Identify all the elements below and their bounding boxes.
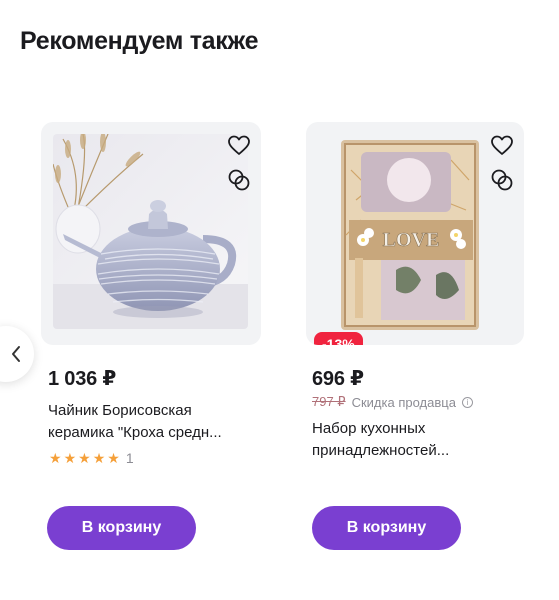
star-icon: ★ [107, 450, 120, 466]
star-icon: ★ [63, 450, 77, 466]
section-title: Рекомендуем также [20, 27, 259, 55]
add-to-cart-button[interactable]: В корзину [312, 506, 461, 550]
star-icon: ★ [49, 450, 62, 466]
package-text: LOVE [383, 229, 440, 251]
product-price: 696 ₽ [312, 368, 364, 390]
product-image-container[interactable] [41, 122, 261, 345]
star-icon: ★ [92, 450, 106, 466]
carousel-prev-button[interactable] [0, 326, 34, 382]
heart-icon[interactable] [227, 134, 251, 158]
add-to-cart-button[interactable]: В корзину [47, 506, 196, 550]
chevron-left-icon [12, 346, 20, 362]
product-image-container[interactable]: LOVE -13% [306, 122, 524, 345]
product-price: 1 036 ₽ [48, 368, 117, 390]
star-icon: ★ [78, 450, 91, 466]
product-image[interactable] [53, 134, 248, 329]
product-title-line[interactable]: керамика "Кроха средн... [48, 422, 263, 444]
product-title[interactable]: Набор кухонных принадлежностей... [312, 418, 527, 462]
product-title-line[interactable]: Набор кухонных [312, 418, 527, 440]
product-card[interactable]: 1 036 ₽ Чайник Борисовская керамика "Кро… [41, 122, 261, 550]
product-title-line[interactable]: Чайник Борисовская [48, 400, 263, 422]
product-card[interactable]: LOVE -13% 696 ₽ 797 ₽ Скидка продавца i … [306, 122, 524, 550]
seller-discount-label: Скидка продавца [351, 394, 456, 410]
info-icon[interactable]: i [461, 396, 473, 408]
old-price-row: 797 ₽ Скидка продавца i [312, 394, 473, 410]
compare-icon[interactable] [490, 168, 514, 192]
old-price: 797 ₽ [312, 394, 346, 409]
discount-badge: -13% [314, 332, 363, 345]
product-title[interactable]: Чайник Борисовская керамика "Кроха средн… [48, 400, 263, 444]
compare-icon[interactable] [227, 168, 251, 192]
heart-icon[interactable] [490, 134, 514, 158]
rating-count: 1 [125, 450, 134, 466]
product-title-line[interactable]: принадлежностей... [312, 440, 527, 462]
product-image[interactable]: LOVE [341, 140, 479, 330]
product-rating: ★ ★ ★ ★ ★ 1 [49, 450, 134, 466]
